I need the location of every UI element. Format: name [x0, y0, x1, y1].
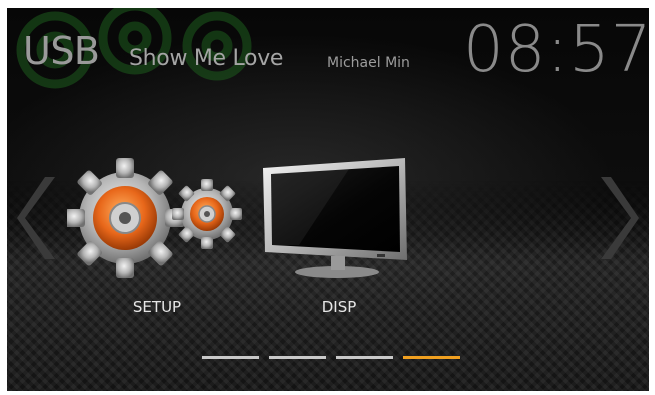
menu-item-label: DISP	[321, 298, 357, 316]
page-indicator-dot[interactable]	[269, 356, 326, 359]
page-indicator	[202, 356, 460, 359]
monitor-icon	[263, 158, 407, 278]
page-indicator-dot[interactable]	[336, 356, 393, 359]
gears-icon	[65, 158, 242, 278]
artist-name: Michael Min	[327, 56, 410, 70]
menu-item-disp[interactable]: DISP	[259, 156, 419, 316]
page-indicator-dot[interactable]	[403, 356, 460, 359]
head-unit-screen: USB Show Me Love Michael Min 08:57 SETUP…	[7, 8, 649, 391]
page-indicator-dot[interactable]	[202, 356, 259, 359]
source-label: USB	[23, 29, 100, 73]
next-page-arrow-icon[interactable]	[593, 173, 641, 263]
menu-item-setup[interactable]: SETUP	[65, 156, 247, 316]
clock: 08:57	[463, 13, 649, 87]
track-title: Show Me Love	[129, 46, 284, 71]
menu-item-label: SETUP	[132, 298, 182, 316]
previous-page-arrow-icon[interactable]	[15, 173, 63, 263]
